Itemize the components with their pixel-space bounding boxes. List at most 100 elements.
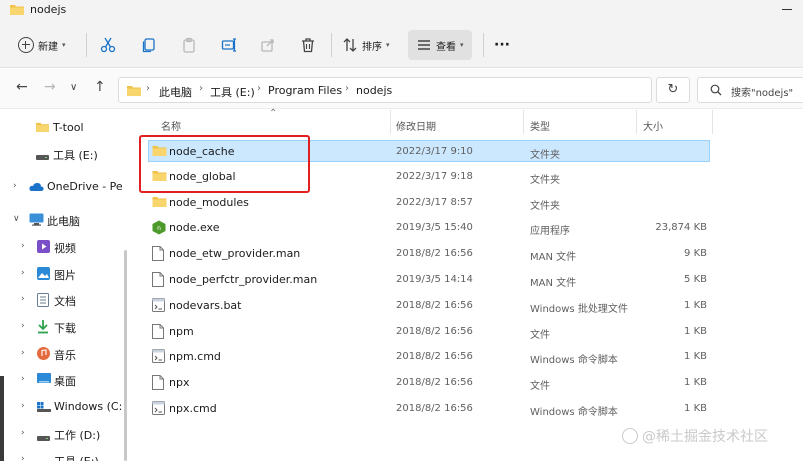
column-divider[interactable] — [390, 110, 391, 134]
file-row[interactable]: n node.exe 2019/3/5 15:40 应用程序 23,874 KB — [138, 217, 710, 239]
file-modified-date: 2018/8/2 16:56 — [396, 377, 473, 389]
forward-arrow-icon[interactable]: → — [44, 79, 56, 95]
sidebar-item-work-drive[interactable]: › 工作 (D:) — [0, 423, 122, 445]
column-header-name[interactable]: 名称 — [161, 118, 181, 133]
file-type: 文件夹 — [530, 200, 560, 212]
file-row[interactable]: node_etw_provider.man 2018/8/2 16:56 MAN 文… — [138, 243, 710, 265]
chevron-right-icon[interactable]: › — [21, 454, 25, 461]
column-divider[interactable] — [712, 110, 713, 134]
file-modified-date: 2019/3/5 15:40 — [396, 222, 473, 234]
file-icon — [152, 323, 164, 342]
sidebar-item-windows-drive[interactable]: › Windows (C:) — [0, 396, 122, 418]
scissors-icon — [100, 37, 116, 53]
column-header-modified[interactable]: 修改日期 — [396, 118, 436, 133]
address-bar[interactable]: › 此电脑 › 工具 (E:) › Program Files › nodejs… — [118, 77, 758, 103]
file-row[interactable]: npm.cmd 2018/8/2 16:56 Windows 命令脚本 1 KB — [138, 346, 710, 368]
cut-button[interactable] — [100, 30, 116, 60]
sidebar-item-onedrive[interactable]: › OneDrive - Pers — [0, 176, 122, 198]
sort-button[interactable]: 排序 ▾ — [342, 30, 390, 60]
paste-button[interactable] — [181, 30, 197, 60]
command-bar: 新建 ▾ 排序 ▾ 查看 ▾ ··· — [0, 22, 803, 68]
chevron-down-icon: ▾ — [62, 41, 66, 49]
sidebar-item-label: OneDrive - Pers — [47, 180, 122, 193]
up-arrow-icon[interactable]: ↑ — [94, 79, 106, 95]
share-button[interactable] — [260, 30, 276, 60]
clipboard-icon — [183, 37, 195, 53]
file-name: node.exe — [169, 221, 220, 235]
file-row[interactable]: npm 2018/8/2 16:56 文件 1 KB — [138, 321, 710, 343]
file-row[interactable]: npx 2018/8/2 16:56 文件 1 KB — [138, 372, 710, 394]
breadcrumb-nodejs[interactable]: nodejs — [356, 84, 392, 97]
breadcrumb-this-pc[interactable]: 此电脑 — [159, 84, 192, 100]
sidebar-scrollbar[interactable] — [124, 250, 127, 461]
file-icon — [152, 246, 164, 264]
sidebar-item-label: 音乐 — [54, 349, 76, 362]
chevron-down-icon[interactable]: ∨ — [13, 214, 20, 224]
file-row[interactable]: node_modules 2022/3/17 8:57 文件夹 — [138, 192, 710, 214]
refresh-button[interactable]: ↻ — [656, 77, 690, 103]
plus-icon — [18, 37, 34, 53]
view-button[interactable]: 查看 ▾ — [408, 30, 472, 60]
file-name: npm.cmd — [169, 350, 221, 364]
chevron-right-icon[interactable]: › — [21, 401, 25, 411]
share-icon — [261, 39, 274, 52]
sidebar-item-label: 下载 — [54, 322, 76, 335]
chevron-right-icon[interactable]: › — [21, 268, 25, 278]
file-row[interactable]: nodevars.bat 2018/8/2 16:56 Windows 批处理文件 1… — [138, 295, 710, 317]
sidebar-item-desktop[interactable]: › 桌面 — [0, 369, 122, 391]
list-view-icon — [418, 40, 430, 50]
chevron-down-icon[interactable]: ∨ — [70, 82, 77, 93]
chevron-right-icon[interactable]: › — [21, 241, 25, 251]
column-divider[interactable] — [523, 110, 524, 134]
file-type: Windows 命令脚本 — [530, 407, 618, 418]
file-size: 1 KB — [684, 325, 707, 337]
file-name: npm — [169, 324, 194, 338]
search-icon — [710, 84, 722, 99]
sidebar-item-documents[interactable]: › 文档 — [0, 289, 122, 311]
new-button[interactable]: 新建 ▾ — [18, 30, 66, 60]
file-icon — [152, 375, 164, 393]
chevron-right-icon[interactable]: › — [21, 348, 25, 358]
file-icon — [152, 272, 164, 290]
computer-icon — [29, 213, 44, 229]
column-header-size[interactable]: 大小 — [643, 118, 663, 133]
sidebar-item-this-pc[interactable]: ∨ 此电脑 — [0, 209, 122, 231]
sidebar-item-pictures[interactable]: › 图片 — [0, 263, 122, 285]
sidebar-item-videos[interactable]: › 视频 — [0, 236, 122, 258]
sidebar-item-label: 图片 — [54, 269, 76, 282]
drive-icon — [37, 432, 50, 445]
file-type: 应用程序 — [530, 226, 570, 238]
chevron-right-icon[interactable]: › — [21, 428, 25, 438]
sidebar-item-music[interactable]: › 音乐 — [0, 343, 122, 365]
toolbar-divider — [331, 33, 332, 57]
breadcrumb-program-files[interactable]: Program Files — [268, 84, 342, 97]
address-row: ← → ∨ ↑ › 此电脑 › 工具 (E:) › Program Files … — [0, 69, 803, 109]
breadcrumb-separator: › — [257, 83, 261, 94]
navigation-pane: T-tool 工具 (E:) › OneDrive - Pers ∨ 此电脑 ›… — [0, 110, 122, 461]
title-bar: nodejs — [0, 0, 803, 22]
sidebar-item-tools-drive[interactable]: 工具 (E:) — [0, 143, 122, 165]
background-window-edge — [0, 376, 4, 461]
copy-button[interactable] — [141, 30, 157, 60]
column-header-type[interactable]: 类型 — [530, 118, 550, 133]
chevron-right-icon[interactable]: › — [21, 321, 25, 331]
rename-button[interactable] — [221, 30, 237, 60]
delete-button[interactable] — [300, 30, 316, 60]
search-input[interactable]: 搜索"nodejs" — [697, 77, 803, 103]
breadcrumb-drive-e[interactable]: 工具 (E:) — [210, 84, 255, 100]
chevron-right-icon[interactable]: › — [21, 294, 25, 304]
sidebar-item-downloads[interactable]: › 下载 — [0, 316, 122, 338]
sidebar-item-t-tool[interactable]: T-tool — [0, 117, 122, 139]
chevron-right-icon[interactable]: › — [21, 374, 25, 384]
back-arrow-icon[interactable]: ← — [16, 79, 28, 95]
trash-icon — [302, 38, 314, 53]
minimize-button[interactable] — [778, 0, 798, 18]
search-placeholder: 搜索"nodejs" — [731, 88, 794, 99]
sidebar-item-tools-drive-tree[interactable]: › 工具 (E:) — [0, 449, 122, 461]
chevron-right-icon[interactable]: › — [13, 181, 17, 191]
more-options-button[interactable]: ··· — [494, 30, 510, 60]
file-row[interactable]: npx.cmd 2018/8/2 16:56 Windows 命令脚本 1 KB — [138, 398, 710, 420]
column-divider[interactable] — [636, 110, 637, 134]
file-row[interactable]: node_perfctr_provider.man 2019/3/5 14:14 M… — [138, 269, 710, 291]
toolbar-divider — [86, 33, 87, 57]
